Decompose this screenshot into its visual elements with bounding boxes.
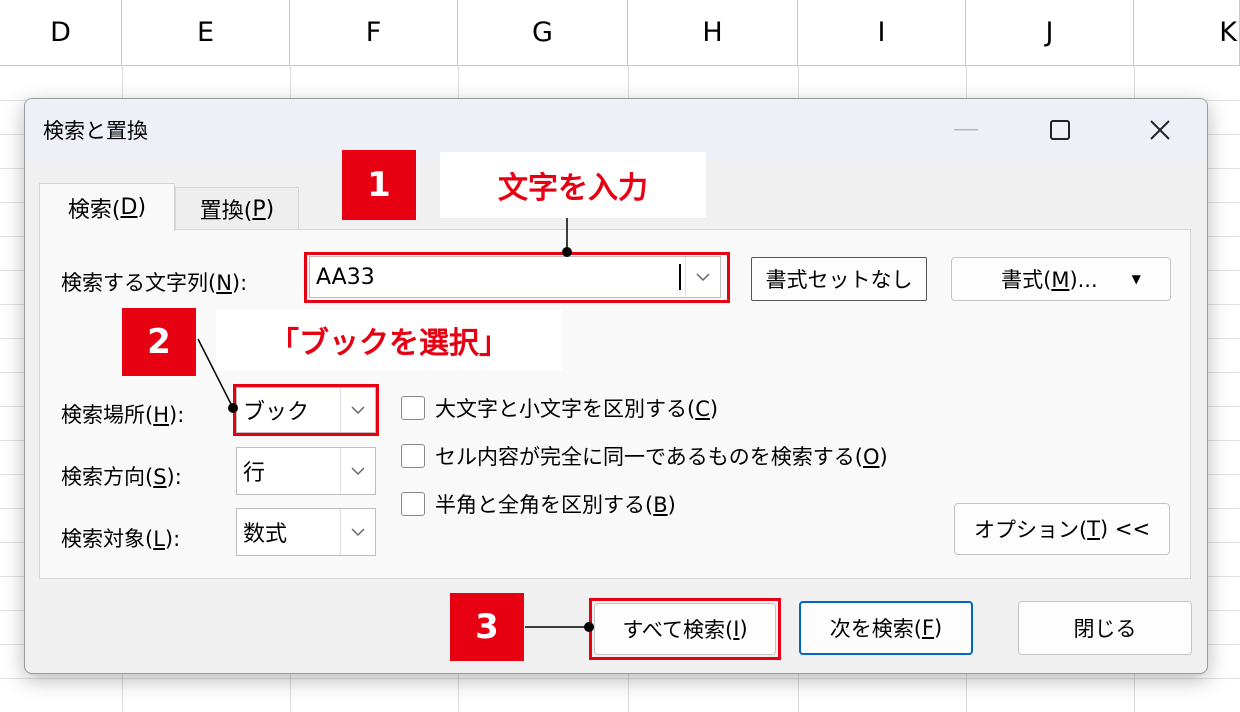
step-badge-2: 2 (122, 308, 196, 376)
connector-dot-2 (228, 403, 238, 413)
step-badge-3: 3 (450, 593, 524, 661)
callout-step-1: 文字を入力 (440, 152, 706, 218)
connector-dot-1 (562, 247, 572, 257)
tab-find[interactable]: 検索(D) (39, 183, 175, 231)
tab-find-label: 検索( (67, 197, 121, 223)
step-badge-1: 1 (342, 150, 416, 220)
connector-dot-3 (584, 622, 594, 632)
tab-find-key: D (120, 195, 138, 220)
tab-find-suffix: ) (137, 195, 147, 220)
callout-step-2: 「ブックを選択」 (216, 310, 562, 370)
